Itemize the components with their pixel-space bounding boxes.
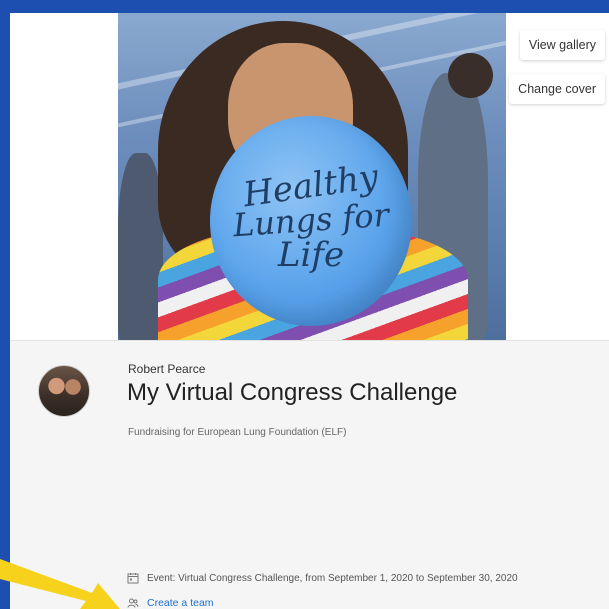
fundraising-page-card: Healthy Lungs for Life View gallery Chan… <box>10 13 609 609</box>
team-row: Create a team <box>127 597 214 609</box>
team-icon <box>127 597 139 609</box>
balloon-text-line: Lungs for <box>231 195 391 245</box>
event-row: Event: Virtual Congress Challenge, from … <box>127 572 518 584</box>
create-team-link[interactable]: Create a team <box>147 597 214 609</box>
balloon-text-line: Life <box>277 234 345 275</box>
balloon: Healthy Lungs for Life <box>210 116 412 326</box>
page-title: My Virtual Congress Challenge <box>127 379 458 406</box>
fundraising-subtitle: Fundraising for European Lung Foundation… <box>128 427 347 438</box>
avatar[interactable] <box>38 365 90 417</box>
cover-photo: Healthy Lungs for Life <box>118 13 506 340</box>
calendar-icon <box>127 572 139 584</box>
page-info-panel: Robert Pearce My Virtual Congress Challe… <box>10 340 609 609</box>
change-cover-button[interactable]: Change cover <box>509 74 605 104</box>
event-details: Event: Virtual Congress Challenge, from … <box>147 572 518 584</box>
owner-name: Robert Pearce <box>128 362 206 376</box>
view-gallery-button[interactable]: View gallery <box>519 30 605 60</box>
